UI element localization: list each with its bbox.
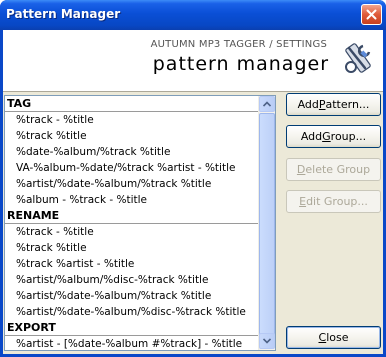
add-pattern-button[interactable]: Add Pattern... xyxy=(286,93,381,116)
list-item[interactable]: %artist/%date-%album/%disc-%track %title xyxy=(5,304,259,320)
list-item[interactable]: %date-%album/%track %title xyxy=(5,144,259,160)
pattern-manager-window: Pattern Manager AUTUMN MP3 TAGGER / SETT… xyxy=(0,0,386,357)
list-item[interactable]: %track - %title xyxy=(5,112,259,128)
header-subtitle: AUTUMN MP3 TAGGER / SETTINGS xyxy=(150,39,327,50)
scroll-down-button[interactable] xyxy=(259,333,275,349)
list-item[interactable]: %artist/%album/%disc-%track %title xyxy=(5,272,259,288)
list-group-header[interactable]: RENAME xyxy=(5,208,259,224)
add-group-prefix: Add xyxy=(300,130,323,143)
vertical-scrollbar[interactable] xyxy=(258,96,275,350)
list-group-header[interactable]: EXPORT xyxy=(5,320,259,336)
add-group-rest: roup... xyxy=(330,130,367,143)
scroll-up-button[interactable] xyxy=(259,96,275,112)
add-pattern-prefix: Add xyxy=(297,98,319,111)
list-item[interactable]: %artist/%date-%album/%track %title xyxy=(5,288,259,304)
add-pattern-accesskey: P xyxy=(318,98,326,111)
list-item[interactable]: %track %title xyxy=(5,240,259,256)
list-group-header[interactable]: TAG xyxy=(5,96,259,112)
list-item[interactable]: %track %artist - %title xyxy=(5,256,259,272)
list-item[interactable]: %album - %track - %title xyxy=(5,192,259,208)
close-accesskey: C xyxy=(318,331,327,344)
add-group-button[interactable]: Add Group... xyxy=(286,125,381,148)
dialog-header: AUTUMN MP3 TAGGER / SETTINGS pattern man… xyxy=(3,30,383,92)
header-title: pattern manager xyxy=(152,53,329,75)
title-bar[interactable]: Pattern Manager xyxy=(0,0,386,30)
list-item[interactable]: %track %title xyxy=(5,128,259,144)
delete-group-button[interactable]: Delete Group xyxy=(286,158,381,181)
delete-group-accesskey: D xyxy=(296,163,306,176)
list-item[interactable]: %artist/%date-%album/%track %title xyxy=(5,176,259,192)
list-item[interactable]: %track - %title xyxy=(5,224,259,240)
delete-group-rest: elete Group xyxy=(305,163,371,176)
arrow-down-icon xyxy=(263,338,271,344)
close-icon xyxy=(366,9,377,20)
close-rest: lose xyxy=(326,331,349,344)
close-window-button[interactable] xyxy=(361,4,382,25)
dialog-body: AUTUMN MP3 TAGGER / SETTINGS pattern man… xyxy=(3,30,383,354)
scroll-thumb[interactable] xyxy=(259,113,275,343)
edit-group-button[interactable]: Edit Group... xyxy=(286,190,381,213)
add-pattern-rest: attern... xyxy=(325,98,370,111)
pattern-list: TAG %track - %title %track %title %date-%al… xyxy=(5,96,259,350)
add-group-accesskey: G xyxy=(322,130,331,143)
edit-group-accesskey: E xyxy=(299,195,307,208)
window-title: Pattern Manager xyxy=(6,7,121,21)
edit-group-rest: dit Group... xyxy=(306,195,368,208)
tools-icon xyxy=(345,43,371,73)
close-button[interactable]: Close xyxy=(286,326,381,349)
pattern-listbox[interactable]: TAG %track - %title %track %title %date-%al… xyxy=(4,95,276,351)
list-item[interactable]: VA-%album-%date/%track %artist - %title xyxy=(5,160,259,176)
list-item[interactable]: %artist - [%date-%album #%track] - %titl… xyxy=(5,336,259,350)
arrow-up-icon xyxy=(263,101,271,107)
